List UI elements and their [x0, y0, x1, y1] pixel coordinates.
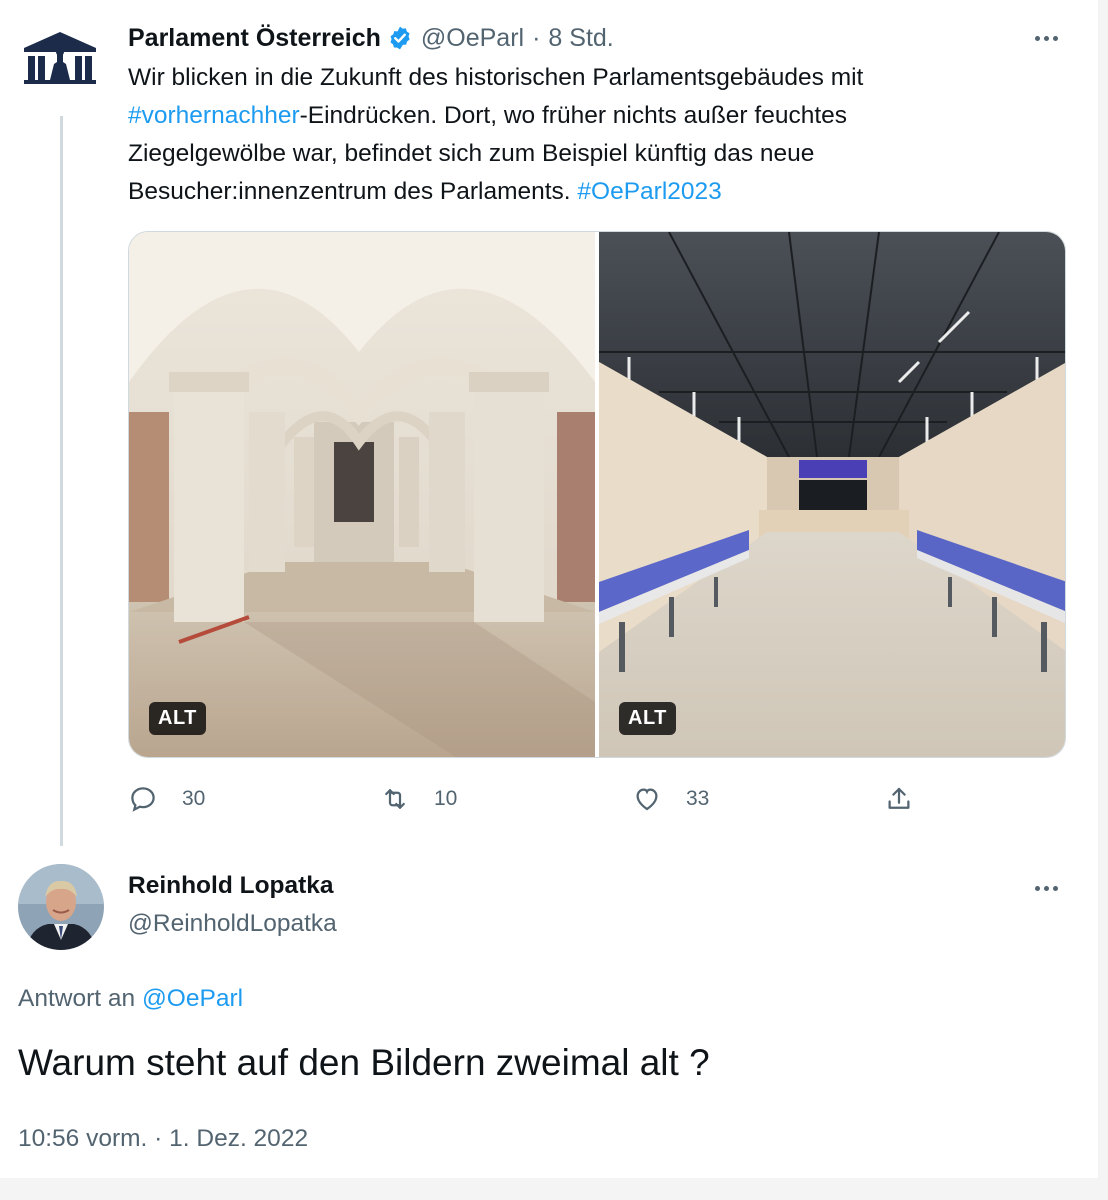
- reply-button[interactable]: 30: [128, 784, 205, 814]
- share-icon: [888, 787, 910, 809]
- tweet-text-line: Besucher:innenzentrum des Parlaments. #O…: [128, 178, 722, 205]
- profile-photo: [18, 864, 104, 950]
- more-options-icon[interactable]: [1035, 36, 1058, 41]
- retweet-icon: [385, 789, 405, 809]
- visitor-center-image: [599, 232, 1065, 757]
- tweet-time[interactable]: 8 Std.: [548, 24, 613, 53]
- reply-icon: [131, 787, 155, 812]
- parliament-logo-icon: [24, 32, 96, 84]
- reply-author-handle[interactable]: @ReinholdLopatka: [128, 910, 337, 938]
- photo-before[interactable]: ALT: [129, 232, 595, 757]
- photo-after[interactable]: ALT: [599, 232, 1065, 757]
- tweet-text-line: #vorhernachher-Eindrücken. Dort, wo früh…: [128, 102, 848, 129]
- retweet-count: 10: [434, 787, 458, 810]
- retweet-button[interactable]: 10: [380, 784, 457, 814]
- author-handle[interactable]: @OeParl: [421, 24, 524, 53]
- parliament-avatar[interactable]: [20, 30, 100, 86]
- reply-count: 30: [182, 787, 206, 810]
- like-button[interactable]: 33: [632, 784, 709, 814]
- thread-connector-line: [60, 116, 63, 846]
- replying-to: Antwort an @OeParl: [18, 985, 244, 1012]
- tweet-text: Wir blicken in die Zukunft des historisc…: [128, 59, 1028, 211]
- tweet-action-bar: 30 10 33: [128, 784, 918, 820]
- reply-author-avatar[interactable]: [18, 864, 104, 950]
- alt-badge[interactable]: ALT: [619, 702, 676, 735]
- vaulted-cellar-image: [129, 232, 595, 757]
- hashtag-link[interactable]: #OeParl2023: [577, 178, 721, 205]
- like-count: 33: [686, 787, 710, 810]
- more-options-icon[interactable]: [1035, 886, 1058, 891]
- media-grid: ALT ALT: [128, 231, 1066, 758]
- tweet-text-line: Wir blicken in die Zukunft des historisc…: [128, 64, 864, 91]
- tweet-header: Parlament Österreich @OeParl · 8 Std.: [128, 20, 614, 56]
- tweet-text-line: Ziegelgewölbe war, befindet sich zum Bei…: [128, 140, 815, 167]
- reply-timestamp[interactable]: 10:56 vorm. · 1. Dez. 2022: [18, 1125, 308, 1153]
- reply-author-name[interactable]: Reinhold Lopatka: [128, 872, 334, 900]
- heart-icon: [636, 788, 658, 811]
- reply-target-link[interactable]: @OeParl: [142, 985, 243, 1012]
- separator-dot: ·: [532, 23, 541, 52]
- alt-badge[interactable]: ALT: [149, 702, 206, 735]
- author-name[interactable]: Parlament Österreich: [128, 24, 381, 53]
- verified-badge-icon: [390, 26, 410, 50]
- reply-text: Warum steht auf den Bildern zweimal alt …: [18, 1042, 710, 1083]
- tweet-thread: Parlament Österreich @OeParl · 8 Std. Wi…: [0, 0, 1098, 1178]
- hashtag-link[interactable]: #vorhernachher: [128, 102, 300, 129]
- share-button[interactable]: [884, 784, 938, 814]
